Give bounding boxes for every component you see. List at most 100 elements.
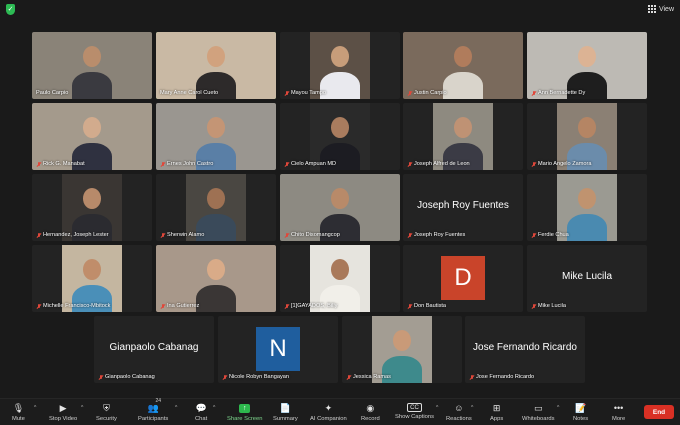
show-captions-button[interactable]: CC Show Captions	[395, 402, 434, 420]
mute-options-caret-icon[interactable]: ^	[34, 405, 36, 411]
participant-tile[interactable]: Joseph Roy Fuentes Joseph Roy Fuentes	[403, 174, 523, 241]
participant-face	[83, 117, 101, 138]
participant-name-tag: Joseph Alfred de Leon	[407, 161, 470, 167]
participant-name: Jessica Ramas	[353, 374, 391, 380]
participant-face	[207, 259, 225, 280]
security-label: Security	[96, 416, 117, 422]
more-button[interactable]: ••• More	[612, 402, 625, 422]
encryption-shield-icon[interactable]: ✓	[6, 3, 15, 15]
participant-display-name: Mike Lucila	[561, 271, 613, 282]
stop-video-button[interactable]: ▶ Stop Video	[49, 402, 77, 422]
ai-companion-button[interactable]: ✦ AI Companion	[310, 402, 347, 422]
video-options-caret-icon[interactable]: ^	[81, 405, 83, 411]
participant-tile[interactable]: Hernandez, Joseph Lester	[32, 174, 152, 241]
participant-tile[interactable]: Gianpaolo Cabanag Gianpaolo Cabanag	[94, 316, 214, 383]
mute-button[interactable]: 🎙 Mute	[12, 402, 25, 422]
participant-name-tag: Ernes John Castro	[160, 161, 213, 167]
participant-display-name: Gianpaolo Cabanag	[109, 342, 199, 353]
apps-button[interactable]: ⊞ Apps	[490, 402, 503, 422]
participant-tile[interactable]: Mike Lucila Mike Lucila	[527, 245, 647, 312]
participant-avatar: D	[441, 256, 485, 300]
participant-name-tag: Mayou Tampo	[284, 90, 326, 96]
participant-display-name: Joseph Roy Fuentes	[417, 200, 509, 211]
participant-video	[433, 103, 493, 170]
participant-display-name: Jose Fernando Ricardo	[473, 342, 577, 353]
grid-view-icon	[647, 5, 656, 13]
participant-tile[interactable]: Jose Fernando Ricardo Jose Fernando Ricar…	[465, 316, 585, 383]
participant-tile[interactable]: Cielo Ampuan MD	[280, 103, 400, 170]
participant-tile[interactable]: Justin Carpio	[403, 32, 523, 99]
participant-tile[interactable]: Rick G. Manabat	[32, 103, 152, 170]
participants-options-caret-icon[interactable]: ^	[175, 405, 177, 411]
participant-tile[interactable]: Mary Anne Carol Cueto	[156, 32, 276, 99]
participant-tile[interactable]: Michelle Francisco-Mbitock	[32, 245, 152, 312]
whiteboards-button[interactable]: ▭ Whiteboards	[522, 402, 555, 422]
participant-tile[interactable]: Chito Disomangcop	[280, 174, 400, 241]
whiteboards-options-caret-icon[interactable]: ^	[557, 405, 559, 411]
summary-button[interactable]: 📄 Summary	[273, 402, 298, 422]
muted-mic-icon	[284, 90, 289, 96]
participant-name: Michelle Francisco-Mbitock	[43, 303, 111, 309]
participant-tile[interactable]: Sherwin Alamo	[156, 174, 276, 241]
muted-mic-icon	[407, 303, 412, 309]
participant-name: Don Bautista	[414, 303, 447, 309]
participant-name: Hernandez, Joseph Lester	[43, 232, 109, 238]
participant-name: Joseph Alfred de Leon	[414, 161, 470, 167]
participant-name: Cielo Ampuan MD	[291, 161, 337, 167]
participant-name: Ann Bernadette Dy	[538, 90, 586, 96]
participant-name: Rick G. Manabat	[43, 161, 85, 167]
participant-tile[interactable]: [1]GAYADOS, Billy	[280, 245, 400, 312]
participant-face	[578, 188, 596, 209]
chat-options-caret-icon[interactable]: ^	[213, 405, 215, 411]
muted-mic-icon	[407, 232, 412, 238]
participants-count: 24	[155, 398, 162, 404]
share-screen-label: Share Screen	[227, 416, 263, 422]
reactions-button[interactable]: ☺ Reactions	[446, 402, 472, 422]
participant-tile[interactable]: D Don Bautista	[403, 245, 523, 312]
summary-document-icon: 📄	[279, 402, 292, 413]
participant-face	[331, 117, 349, 138]
participant-name-tag: Don Bautista	[407, 303, 446, 309]
share-screen-button[interactable]: ↑ Share Screen	[227, 402, 262, 422]
participant-tile[interactable]: Ferdie Chua	[527, 174, 647, 241]
participant-name: Joseph Roy Fuentes	[414, 232, 466, 238]
participant-face	[83, 46, 101, 67]
notes-button[interactable]: 📝 Notes	[573, 402, 588, 422]
participant-video	[557, 174, 617, 241]
captions-options-caret-icon[interactable]: ^	[436, 405, 438, 411]
chat-button[interactable]: 💬 Chat	[195, 402, 207, 422]
view-button[interactable]: View	[647, 5, 674, 13]
participant-tile[interactable]: Ina Gutierrez	[156, 245, 276, 312]
participant-name-tag: Cielo Ampuan MD	[284, 161, 336, 167]
participant-tile[interactable]: Mayou Tampo	[280, 32, 400, 99]
participant-tile[interactable]: Joseph Alfred de Leon	[403, 103, 523, 170]
sparkle-icon: ✦	[324, 402, 333, 413]
participant-tile[interactable]: Jessica Ramas	[342, 316, 462, 383]
participant-face	[393, 330, 411, 351]
participant-tile[interactable]: Mario Angelo Zamora	[527, 103, 647, 170]
participant-name-tag: Ina Gutierrez	[160, 303, 199, 309]
participants-button[interactable]: 👥 24 Participants	[138, 398, 168, 423]
mute-label: Mute	[12, 416, 25, 422]
participant-tile[interactable]: Ernes John Castro	[156, 103, 276, 170]
muted-mic-icon	[284, 303, 289, 309]
participant-name: [1]GAYADOS, Billy	[291, 303, 338, 309]
end-meeting-button[interactable]: End	[644, 405, 674, 419]
muted-mic-icon	[469, 374, 474, 380]
record-button[interactable]: ◉ Record	[361, 402, 380, 422]
participant-name: Ernes John Castro	[167, 161, 214, 167]
smile-reaction-icon: ☺	[454, 402, 464, 413]
record-label: Record	[361, 416, 380, 422]
participant-name-tag: Sherwin Alamo	[160, 232, 204, 238]
participant-name-tag: Ann Bernadette Dy	[531, 90, 585, 96]
muted-mic-icon	[284, 232, 289, 238]
muted-mic-icon	[531, 161, 536, 167]
participant-face	[83, 188, 101, 209]
shield-icon: ⛨	[103, 402, 110, 413]
participant-face	[331, 46, 349, 67]
participant-tile[interactable]: Paulo Carpio	[32, 32, 152, 99]
security-button[interactable]: ⛨ Security	[96, 402, 117, 422]
participant-tile[interactable]: N Nicole Robyn Bangayan	[218, 316, 338, 383]
reactions-options-caret-icon[interactable]: ^	[471, 405, 473, 411]
participant-tile[interactable]: Ann Bernadette Dy	[527, 32, 647, 99]
